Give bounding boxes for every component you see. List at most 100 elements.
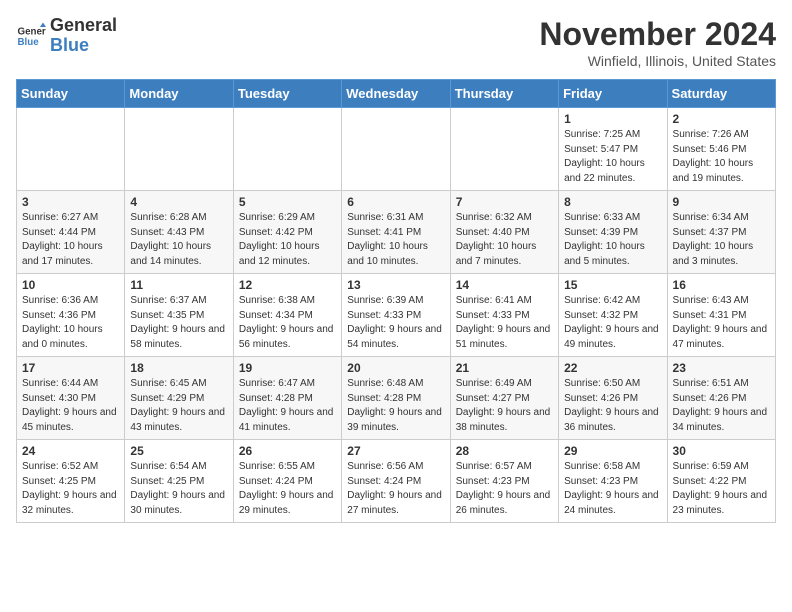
calendar-cell: 10 Sunrise: 6:36 AM Sunset: 4:36 PM Dayli… — [17, 274, 125, 357]
calendar-cell: 30 Sunrise: 6:59 AM Sunset: 4:22 PM Dayli… — [667, 440, 775, 523]
calendar-cell: 13Sunrise: 6:39 AM Sunset: 4:33 PM Dayli… — [342, 274, 450, 357]
day-number: 25 — [130, 444, 227, 458]
day-info: Sunrise: 6:55 AM Sunset: 4:24 PM Dayligh… — [239, 460, 336, 518]
day-info: Sunrise: 6:56 AM Sunset: 4:24 PM Dayligh… — [347, 460, 444, 518]
calendar-cell: 24 Sunrise: 6:52 AM Sunset: 4:25 PM Dayli… — [17, 440, 125, 523]
calendar-cell: 6Sunrise: 6:31 AM Sunset: 4:41 PM Daylig… — [342, 191, 450, 274]
day-number: 2 — [673, 112, 770, 126]
day-number: 30 — [673, 444, 770, 458]
day-number: 4 — [130, 195, 227, 209]
day-number: 10 — [22, 278, 119, 292]
calendar-cell: 8 Sunrise: 6:33 AM Sunset: 4:39 PM Daylig… — [559, 191, 667, 274]
day-info: Sunrise: 6:59 AM Sunset: 4:22 PM Dayligh… — [673, 460, 770, 518]
calendar-cell: 9 Sunrise: 6:34 AM Sunset: 4:37 PM Daylig… — [667, 191, 775, 274]
calendar-cell: 3Sunrise: 6:27 AM Sunset: 4:44 PM Daylig… — [17, 191, 125, 274]
calendar-cell: 22Sunrise: 6:50 AM Sunset: 4:26 PM Dayli… — [559, 357, 667, 440]
day-info: Sunrise: 6:43 AM Sunset: 4:31 PM Dayligh… — [673, 294, 770, 352]
day-number: 18 — [130, 361, 227, 375]
day-info: Sunrise: 6:54 AM Sunset: 4:25 PM Dayligh… — [130, 460, 227, 518]
day-number: 6 — [347, 195, 444, 209]
calendar-cell: 14Sunrise: 6:41 AM Sunset: 4:33 PM Dayli… — [450, 274, 558, 357]
day-number: 5 — [239, 195, 336, 209]
day-info: Sunrise: 6:47 AM Sunset: 4:28 PM Dayligh… — [239, 377, 336, 435]
day-info: Sunrise: 6:44 AM Sunset: 4:30 PM Dayligh… — [22, 377, 119, 435]
week-row-0: 1 Sunrise: 7:25 AM Sunset: 5:47 PM Daylig… — [17, 108, 776, 191]
calendar-cell: 5 Sunrise: 6:29 AM Sunset: 4:42 PM Daylig… — [233, 191, 341, 274]
weekday-header-thursday: Thursday — [450, 80, 558, 108]
svg-text:General: General — [18, 26, 47, 37]
calendar-cell: 27 Sunrise: 6:56 AM Sunset: 4:24 PM Dayli… — [342, 440, 450, 523]
day-info: Sunrise: 6:36 AM Sunset: 4:36 PM Dayligh… — [22, 294, 119, 352]
day-number: 17 — [22, 361, 119, 375]
location: Winfield, Illinois, United States — [539, 53, 776, 69]
calendar-cell: 23Sunrise: 6:51 AM Sunset: 4:26 PM Dayli… — [667, 357, 775, 440]
calendar-cell: 1 Sunrise: 7:25 AM Sunset: 5:47 PM Daylig… — [559, 108, 667, 191]
day-number: 28 — [456, 444, 553, 458]
day-number: 16 — [673, 278, 770, 292]
day-number: 23 — [673, 361, 770, 375]
weekday-header-tuesday: Tuesday — [233, 80, 341, 108]
day-info: Sunrise: 6:48 AM Sunset: 4:28 PM Dayligh… — [347, 377, 444, 435]
day-number: 7 — [456, 195, 553, 209]
day-number: 22 — [564, 361, 661, 375]
day-number: 3 — [22, 195, 119, 209]
day-info: Sunrise: 6:57 AM Sunset: 4:23 PM Dayligh… — [456, 460, 553, 518]
weekday-header-sunday: Sunday — [17, 80, 125, 108]
day-number: 8 — [564, 195, 661, 209]
day-info: Sunrise: 6:29 AM Sunset: 4:42 PM Dayligh… — [239, 211, 336, 269]
calendar-cell: 20Sunrise: 6:48 AM Sunset: 4:28 PM Dayli… — [342, 357, 450, 440]
calendar-cell: 19 Sunrise: 6:47 AM Sunset: 4:28 PM Dayli… — [233, 357, 341, 440]
day-number: 19 — [239, 361, 336, 375]
weekday-header-friday: Friday — [559, 80, 667, 108]
week-row-3: 17 Sunrise: 6:44 AM Sunset: 4:30 PM Dayli… — [17, 357, 776, 440]
day-info: Sunrise: 6:28 AM Sunset: 4:43 PM Dayligh… — [130, 211, 227, 269]
calendar-cell: 28 Sunrise: 6:57 AM Sunset: 4:23 PM Dayli… — [450, 440, 558, 523]
calendar-cell: 16 Sunrise: 6:43 AM Sunset: 4:31 PM Dayli… — [667, 274, 775, 357]
day-number: 12 — [239, 278, 336, 292]
day-info: Sunrise: 6:32 AM Sunset: 4:40 PM Dayligh… — [456, 211, 553, 269]
day-info: Sunrise: 6:49 AM Sunset: 4:27 PM Dayligh… — [456, 377, 553, 435]
day-info: Sunrise: 6:42 AM Sunset: 4:32 PM Dayligh… — [564, 294, 661, 352]
calendar-table: SundayMondayTuesdayWednesdayThursdayFrid… — [16, 79, 776, 523]
day-info: Sunrise: 6:52 AM Sunset: 4:25 PM Dayligh… — [22, 460, 119, 518]
day-number: 29 — [564, 444, 661, 458]
calendar-cell — [450, 108, 558, 191]
day-number: 26 — [239, 444, 336, 458]
calendar-cell — [125, 108, 233, 191]
calendar-cell: 7 Sunrise: 6:32 AM Sunset: 4:40 PM Daylig… — [450, 191, 558, 274]
week-row-2: 10 Sunrise: 6:36 AM Sunset: 4:36 PM Dayli… — [17, 274, 776, 357]
calendar-cell: 2 Sunrise: 7:26 AM Sunset: 5:46 PM Daylig… — [667, 108, 775, 191]
day-number: 27 — [347, 444, 444, 458]
calendar-cell: 18 Sunrise: 6:45 AM Sunset: 4:29 PM Dayli… — [125, 357, 233, 440]
logo-text: General Blue — [50, 16, 117, 56]
day-number: 9 — [673, 195, 770, 209]
calendar-cell: 11 Sunrise: 6:37 AM Sunset: 4:35 PM Dayli… — [125, 274, 233, 357]
day-number: 21 — [456, 361, 553, 375]
calendar-cell: 17 Sunrise: 6:44 AM Sunset: 4:30 PM Dayli… — [17, 357, 125, 440]
day-number: 24 — [22, 444, 119, 458]
day-number: 14 — [456, 278, 553, 292]
day-number: 11 — [130, 278, 227, 292]
day-info: Sunrise: 7:25 AM Sunset: 5:47 PM Dayligh… — [564, 128, 661, 186]
calendar-cell: 26 Sunrise: 6:55 AM Sunset: 4:24 PM Dayli… — [233, 440, 341, 523]
calendar-cell: 12Sunrise: 6:38 AM Sunset: 4:34 PM Dayli… — [233, 274, 341, 357]
calendar-cell — [233, 108, 341, 191]
weekday-header-row: SundayMondayTuesdayWednesdayThursdayFrid… — [17, 80, 776, 108]
weekday-header-wednesday: Wednesday — [342, 80, 450, 108]
day-info: Sunrise: 7:26 AM Sunset: 5:46 PM Dayligh… — [673, 128, 770, 186]
day-info: Sunrise: 6:37 AM Sunset: 4:35 PM Dayligh… — [130, 294, 227, 352]
day-info: Sunrise: 6:33 AM Sunset: 4:39 PM Dayligh… — [564, 211, 661, 269]
day-number: 1 — [564, 112, 661, 126]
logo: General Blue General Blue — [16, 16, 117, 56]
page-header: General Blue General Blue November 2024 … — [16, 16, 776, 69]
calendar-cell: 21 Sunrise: 6:49 AM Sunset: 4:27 PM Dayli… — [450, 357, 558, 440]
day-info: Sunrise: 6:45 AM Sunset: 4:29 PM Dayligh… — [130, 377, 227, 435]
day-number: 15 — [564, 278, 661, 292]
calendar-body: 1 Sunrise: 7:25 AM Sunset: 5:47 PM Daylig… — [17, 108, 776, 523]
day-info: Sunrise: 6:34 AM Sunset: 4:37 PM Dayligh… — [673, 211, 770, 269]
calendar-header: SundayMondayTuesdayWednesdayThursdayFrid… — [17, 80, 776, 108]
calendar-cell: 25 Sunrise: 6:54 AM Sunset: 4:25 PM Dayli… — [125, 440, 233, 523]
week-row-1: 3Sunrise: 6:27 AM Sunset: 4:44 PM Daylig… — [17, 191, 776, 274]
day-info: Sunrise: 6:39 AM Sunset: 4:33 PM Dayligh… — [347, 294, 444, 352]
calendar-cell: 29Sunrise: 6:58 AM Sunset: 4:23 PM Dayli… — [559, 440, 667, 523]
